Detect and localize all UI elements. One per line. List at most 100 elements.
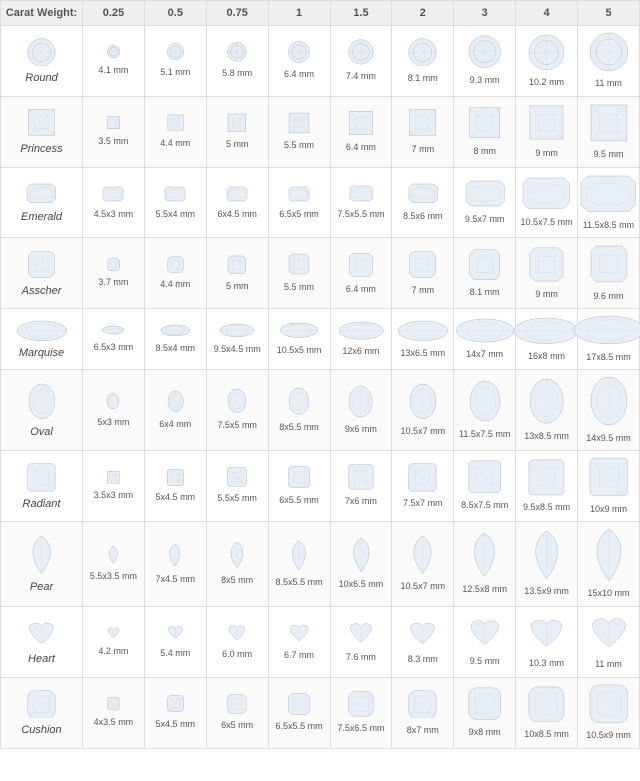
size-cell-radiant-6: 8.5x7.5 mm — [454, 451, 516, 522]
weight-col-2: 0.75 — [206, 1, 268, 26]
diamond-icon — [589, 103, 629, 147]
diamond-icon — [167, 43, 184, 64]
diamond-icon — [409, 383, 437, 424]
diamond-icon — [468, 687, 501, 725]
size-label: 14x9.5 mm — [586, 433, 631, 445]
diamond-icon — [468, 248, 501, 286]
diamond-icon — [470, 532, 499, 582]
size-label: 6.4 mm — [284, 69, 314, 81]
size-cell-oval-2: 7.5x5 mm — [206, 370, 268, 451]
size-label: 10.3 mm — [529, 658, 564, 670]
size-cell-heart-7: 10.3 mm — [516, 607, 578, 678]
size-label: 8.5x6 mm — [403, 211, 443, 223]
diamond-icon — [528, 615, 565, 656]
size-label: 7 mm — [412, 285, 435, 297]
size-label: 8.5x4 mm — [156, 343, 196, 355]
diamond-icon — [348, 184, 375, 207]
diamond-icon — [348, 39, 374, 69]
size-cell-oval-1: 6x4 mm — [144, 370, 206, 451]
diamond-icon — [408, 108, 437, 141]
diamond-icon — [227, 694, 247, 718]
size-label: 9.3 mm — [470, 75, 500, 87]
diamond-icon — [579, 174, 637, 218]
size-label: 6.4 mm — [346, 284, 376, 296]
weight-col-3: 1 — [268, 1, 330, 26]
size-label: 6x5 mm — [221, 720, 253, 732]
size-cell-round-8: 11 mm — [578, 26, 640, 97]
size-label: 6x5.5 mm — [279, 495, 319, 507]
size-cell-round-7: 10.2 mm — [516, 26, 578, 97]
shape-row-round: Round 4.1 mm 5.1 m — [1, 26, 640, 97]
shape-label-round: Round — [1, 26, 83, 97]
diamond-icon — [287, 185, 311, 207]
shape-icon-pear — [29, 535, 54, 578]
diamond-icon — [348, 385, 373, 422]
diamond-icon — [288, 253, 310, 279]
size-cell-round-3: 6.4 mm — [268, 26, 330, 97]
diamond-icon — [163, 185, 187, 207]
size-label: 10.5x9 mm — [586, 730, 631, 742]
size-label: 4.5x3 mm — [94, 209, 134, 221]
size-cell-princess-2: 5 mm — [206, 96, 268, 167]
size-cell-cushion-6: 9x8 mm — [454, 678, 516, 749]
diamond-icon — [408, 463, 437, 496]
size-cell-princess-4: 6.4 mm — [330, 96, 392, 167]
diamond-icon — [107, 258, 120, 276]
shape-name-heart: Heart — [28, 653, 55, 665]
diamond-icon — [528, 459, 565, 500]
size-cell-oval-8: 14x9.5 mm — [578, 370, 640, 451]
size-cell-radiant-5: 7.5x7 mm — [392, 451, 454, 522]
size-label: 10.5x5 mm — [277, 345, 322, 357]
shape-label-marquise: Marquise — [1, 309, 83, 370]
size-cell-princess-6: 8 mm — [454, 96, 516, 167]
size-label: 7.5x6.5 mm — [337, 723, 384, 735]
size-label: 7x6 mm — [345, 496, 377, 508]
shape-name-radiant: Radiant — [23, 498, 61, 510]
diamond-icon — [589, 32, 629, 76]
shape-icon-asscher — [27, 250, 56, 282]
diamond-icon — [469, 380, 501, 426]
size-label: 4.4 mm — [160, 279, 190, 291]
size-label: 10x8.5 mm — [524, 729, 569, 741]
size-cell-radiant-1: 5x4.5 mm — [144, 451, 206, 522]
diamond-icon — [408, 619, 437, 652]
diamond-icon — [408, 250, 437, 283]
shape-name-oval: Oval — [30, 426, 53, 438]
shape-label-pear: Pear — [1, 522, 83, 607]
diamond-icon — [348, 464, 374, 494]
diamond-icon — [573, 315, 640, 349]
size-label: 17x8.5 mm — [586, 352, 631, 364]
size-cell-heart-8: 11 mm — [578, 607, 640, 678]
diamond-icon — [408, 690, 437, 723]
size-cell-asscher-2: 5 mm — [206, 238, 268, 309]
size-cell-pear-4: 10x6.5 mm — [330, 522, 392, 607]
shape-icon-emerald — [25, 182, 58, 208]
size-cell-pear-2: 8x5 mm — [206, 522, 268, 607]
diamond-icon — [528, 34, 565, 75]
size-cell-pear-5: 10.5x7 mm — [392, 522, 454, 607]
shape-row-oval: Oval 5x3 mm 6x4 mm — [1, 370, 640, 451]
size-cell-heart-5: 8.3 mm — [392, 607, 454, 678]
size-cell-round-1: 5.1 mm — [144, 26, 206, 97]
size-label: 10.2 mm — [529, 77, 564, 89]
size-cell-cushion-8: 10.5x9 mm — [578, 678, 640, 749]
size-cell-cushion-5: 8x7 mm — [392, 678, 454, 749]
shape-row-heart: Heart 4.2 mm 5.4 mm 6.0 mm — [1, 607, 640, 678]
size-label: 5.1 mm — [160, 67, 190, 79]
size-cell-emerald-8: 11.5x8.5 mm — [578, 167, 640, 238]
diamond-icon — [528, 686, 565, 727]
diamond-icon — [288, 41, 310, 67]
diamond-icon — [101, 325, 125, 339]
weight-col-4: 1.5 — [330, 1, 392, 26]
shape-row-cushion: Cushion 4x3.5 mm 5x4.5 mm — [1, 678, 640, 749]
diamond-icon — [227, 113, 247, 137]
shape-row-radiant: Radiant 3.5x3 mm 5x4.5 mm — [1, 451, 640, 522]
size-label: 9x6 mm — [345, 424, 377, 436]
size-cell-cushion-1: 5x4.5 mm — [144, 678, 206, 749]
shape-name-asscher: Asscher — [22, 285, 62, 297]
size-label: 11.5x8.5 mm — [583, 220, 634, 232]
size-label: 9.5x4.5 mm — [214, 344, 261, 356]
size-label: 9.5 mm — [593, 149, 623, 161]
size-label: 7 mm — [412, 144, 435, 156]
diamond-icon — [227, 42, 247, 66]
